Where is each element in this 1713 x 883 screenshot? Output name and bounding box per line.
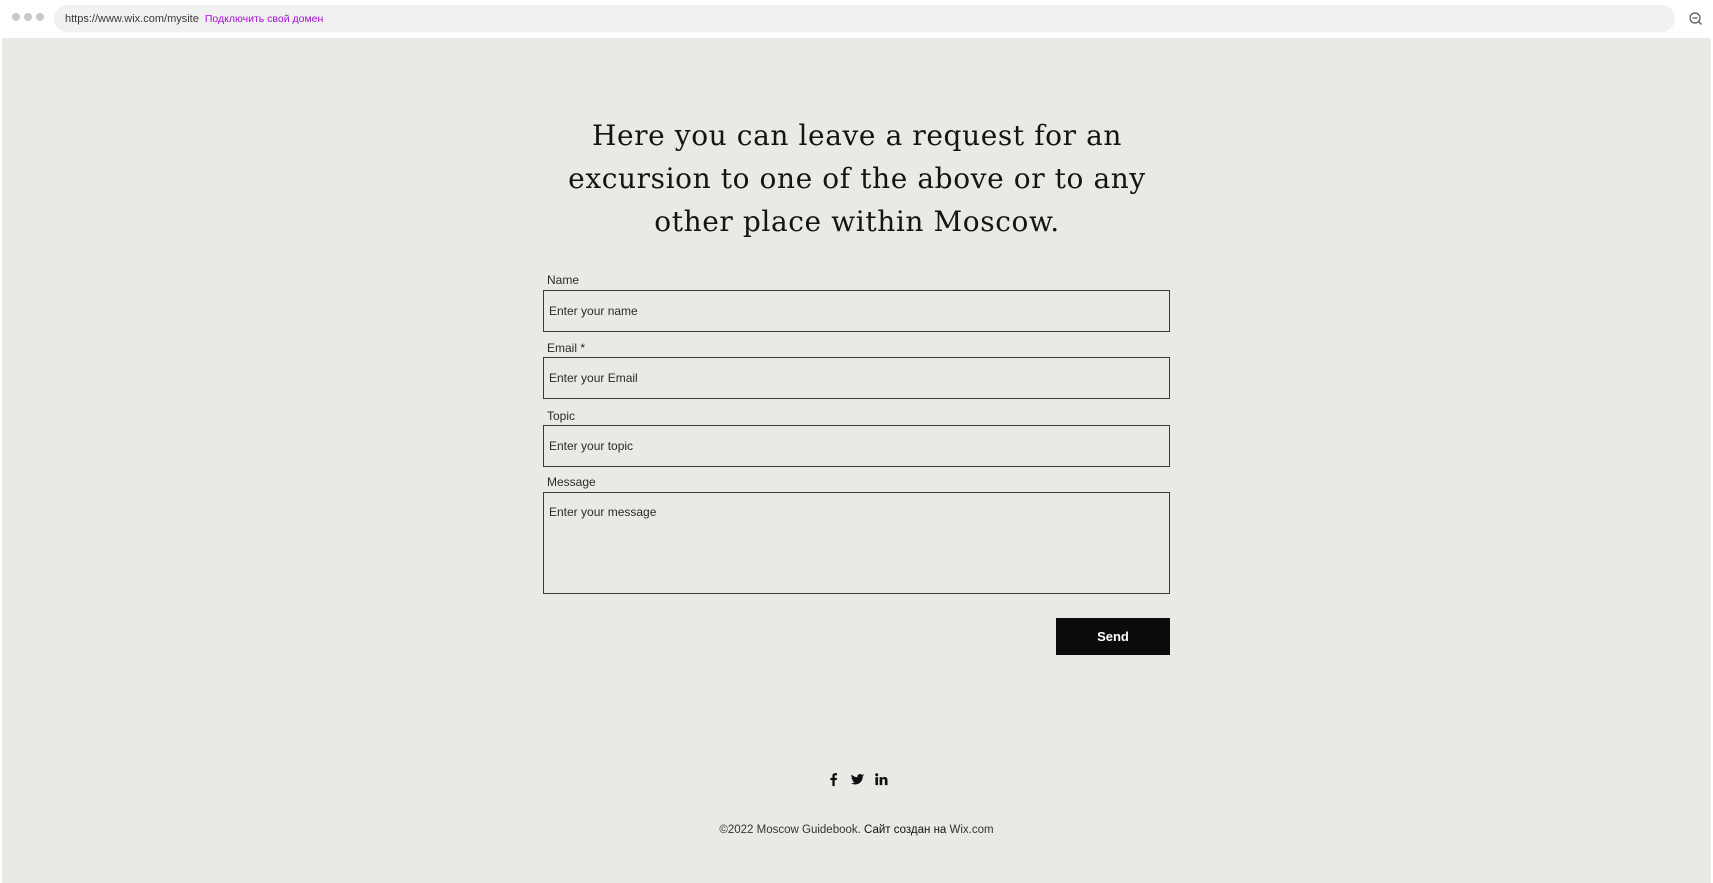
window-controls [12, 13, 44, 21]
topic-input[interactable] [543, 425, 1170, 467]
name-label: Name [547, 273, 580, 287]
page-content: Here you can leave a request for an excu… [2, 38, 1711, 883]
page-title: Here you can leave a request for an excu… [568, 119, 1146, 238]
social-bar [826, 772, 889, 787]
facebook-icon[interactable] [826, 772, 841, 787]
send-button[interactable]: Send [1056, 618, 1170, 655]
topic-label: Topic [547, 409, 576, 423]
message-textarea[interactable] [543, 492, 1170, 594]
window-dot[interactable] [24, 13, 32, 21]
zoom-out-icon[interactable] [1688, 11, 1703, 26]
url-text: https://www.wix.com/mysite [65, 12, 199, 25]
footer-platform-link[interactable]: Wix.com [950, 824, 994, 836]
email-label: Email * [547, 341, 586, 355]
twitter-icon[interactable] [850, 772, 865, 787]
email-input[interactable] [543, 357, 1170, 399]
footer: ©2022 Moscow Guidebook. Сайт создан на W… [2, 824, 1711, 836]
linkedin-icon[interactable] [874, 772, 889, 787]
connect-domain-link[interactable]: Подключить свой домен [205, 13, 323, 25]
window-dot[interactable] [12, 13, 20, 21]
footer-copyright: ©2022 Moscow Guidebook. [719, 824, 861, 836]
message-label: Message [547, 475, 596, 489]
footer-made-with: Сайт создан на [860, 824, 950, 836]
address-bar[interactable]: https://www.wix.com/mysite Подключить св… [54, 5, 1675, 32]
browser-bar: https://www.wix.com/mysite Подключить св… [0, 0, 1713, 38]
name-input[interactable] [543, 290, 1170, 332]
window-dot[interactable] [36, 13, 44, 21]
